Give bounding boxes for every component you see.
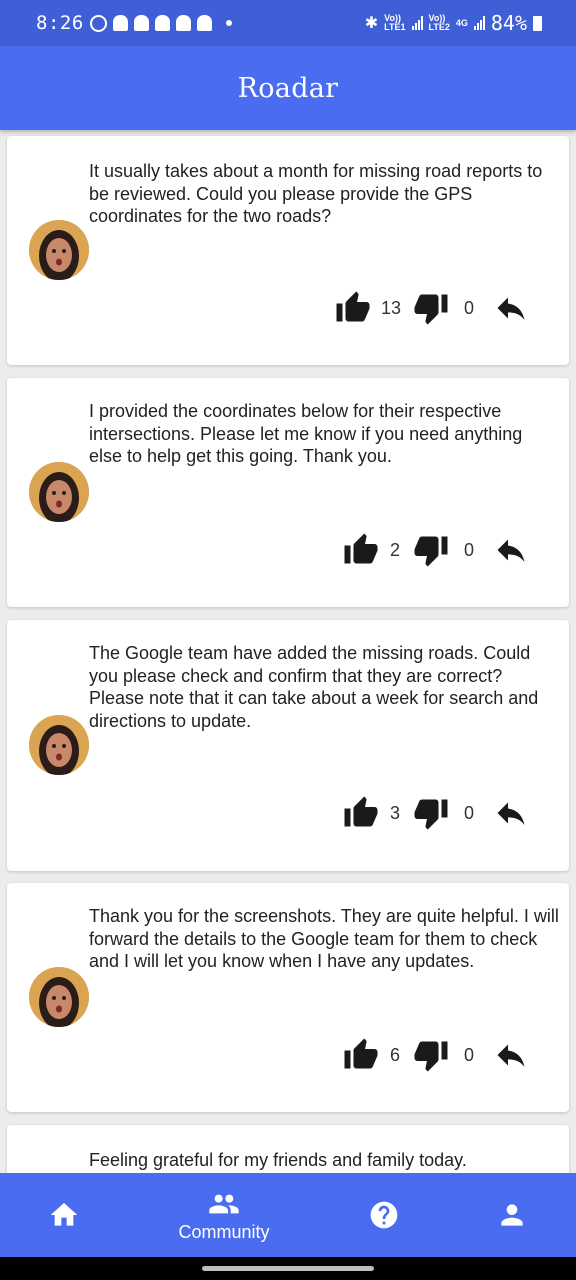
status-bar: 8:26 ✱ Vo)) LTE1 Vo)) LTE2 4G 84% [0, 0, 576, 46]
like-count: 6 [389, 1044, 400, 1065]
avatar[interactable] [29, 220, 89, 280]
avatar[interactable] [29, 462, 89, 522]
comment-card: It usually takes about a month for missi… [7, 136, 569, 365]
snapchat-icon [112, 15, 128, 31]
reply-icon[interactable] [493, 795, 529, 831]
comment-card: I provided the coordinates below for the… [7, 378, 569, 607]
battery-icon [533, 15, 542, 31]
thumb-up-icon[interactable] [343, 1037, 379, 1073]
like-count: 13 [380, 297, 401, 318]
thumb-up-icon[interactable] [343, 795, 379, 831]
app-title: Roadar [237, 72, 339, 104]
help-icon [368, 1199, 400, 1231]
bluetooth-icon: ✱ [364, 15, 379, 32]
snapchat-icon [154, 15, 170, 31]
group-icon [208, 1188, 240, 1220]
profile-icon [496, 1199, 528, 1231]
thumb-up-icon[interactable] [343, 532, 379, 568]
like-count: 2 [389, 539, 400, 560]
signal-icon [411, 16, 423, 30]
home-gesture-pill[interactable] [202, 1266, 374, 1271]
comment-text: Thank you for the screenshots. They are … [89, 906, 559, 972]
home-icon [48, 1199, 80, 1231]
nav-home[interactable] [40, 1173, 88, 1257]
comment-card: Feeling grateful for my friends and fami… [7, 1125, 569, 1173]
status-time: 8:26 [36, 12, 84, 34]
comment-actions: 2 0 [343, 532, 529, 568]
like-count: 3 [389, 802, 400, 823]
nav-community-label: Community [178, 1221, 270, 1242]
comment-actions: 13 0 [335, 290, 529, 326]
snapchat-icon [175, 15, 191, 31]
avatar[interactable] [29, 715, 89, 775]
network-type: 4G [455, 17, 468, 28]
bottom-navigation: Community [0, 1173, 576, 1257]
sim2-indicator: Vo)) LTE2 [428, 13, 450, 32]
dislike-count: 0 [463, 802, 474, 823]
dislike-count: 0 [463, 297, 474, 318]
dislike-count: 0 [463, 539, 474, 560]
avatar[interactable] [29, 967, 89, 1027]
thumb-up-icon[interactable] [335, 290, 371, 326]
nav-profile[interactable] [488, 1173, 536, 1257]
comment-text: Feeling grateful for my friends and fami… [89, 1150, 467, 1170]
app-bar: Roadar [0, 46, 576, 130]
more-notifications-icon [225, 20, 232, 26]
system-navigation-bar [0, 1257, 576, 1280]
comment-actions: 6 0 [343, 1037, 529, 1073]
comment-card: Thank you for the screenshots. They are … [7, 883, 569, 1112]
whatsapp-icon [89, 14, 107, 32]
thumb-down-icon[interactable] [413, 532, 449, 568]
reply-icon[interactable] [493, 532, 529, 568]
reply-icon[interactable] [493, 290, 529, 326]
sim1-indicator: Vo)) LTE1 [384, 13, 406, 32]
battery-level: 84% [490, 11, 527, 35]
comment-feed[interactable]: It usually takes about a month for missi… [0, 130, 576, 1173]
comment-text: It usually takes about a month for missi… [89, 161, 543, 227]
thumb-down-icon[interactable] [413, 795, 449, 831]
thumb-down-icon[interactable] [413, 1037, 449, 1073]
thumb-down-icon[interactable] [413, 290, 449, 326]
comment-actions: 3 0 [343, 795, 529, 831]
comment-card: The Google team have added the missing r… [7, 620, 569, 871]
nav-community[interactable]: Community [160, 1173, 288, 1257]
signal-icon [473, 16, 485, 30]
snapchat-icon [196, 15, 212, 31]
nav-help[interactable] [360, 1173, 408, 1257]
reply-icon[interactable] [493, 1037, 529, 1073]
snapchat-icon [133, 15, 149, 31]
comment-text: The Google team have added the missing r… [89, 643, 539, 731]
dislike-count: 0 [463, 1044, 474, 1065]
comment-text: I provided the coordinates below for the… [89, 401, 523, 467]
